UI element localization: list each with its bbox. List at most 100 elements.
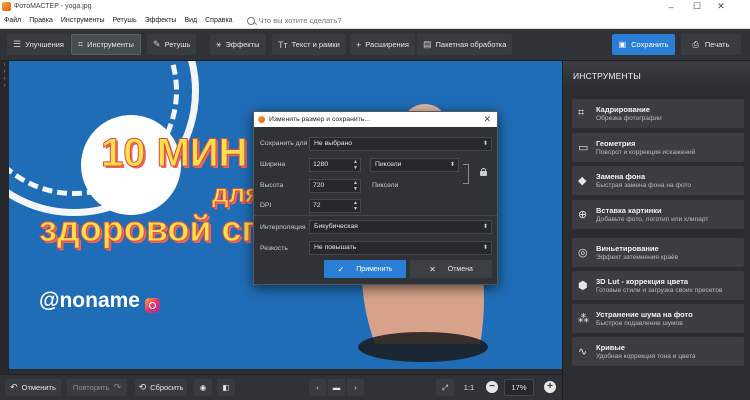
zoom-in-button[interactable]: +	[544, 381, 556, 393]
resize-save-dialog: Изменить размер и сохранить... ✕ Сохрани…	[253, 111, 498, 285]
zoom-out-button[interactable]: −	[486, 381, 498, 393]
expand-arrow-icon: ›	[3, 83, 6, 89]
save-for-select[interactable]: Не выбрано ⬍	[309, 137, 492, 151]
sharpness-select[interactable]: Не повышать ⬍	[309, 241, 492, 255]
apply-button[interactable]: ✓ Применить	[324, 260, 406, 278]
window-title: ФотоМАСТЕР - yoga.jpg	[14, 3, 92, 10]
reset-label: Сбросить	[150, 383, 184, 392]
undo-button[interactable]: ↶ Отменить	[5, 379, 61, 396]
chevron-updown-icon: ⬍	[449, 162, 455, 168]
tool-crop[interactable]: ⌗ Кадрирование Обрезка фотографии	[572, 99, 744, 128]
interpolation-value: Бикубическая	[314, 223, 358, 230]
main-toolbar: ☰ Улучшения ⌗ Инструменты ✎ Ретушь ⚹ Эфф…	[0, 29, 750, 61]
menu-tools[interactable]: Инструменты	[61, 17, 105, 24]
minimize-button[interactable]: –	[658, 0, 684, 13]
left-collapse-strip[interactable]: › › › ›	[0, 61, 9, 374]
menu-effects[interactable]: Эффекты	[145, 17, 177, 24]
print-label: Печать	[704, 40, 730, 49]
tool-title: Кривые	[596, 343, 625, 352]
redo-icon: ↷	[113, 382, 122, 392]
close-icon: ✕	[429, 264, 436, 274]
compare-icon: ◧	[222, 383, 230, 392]
sharpness-value: Не повышать	[314, 244, 357, 251]
actual-size-button[interactable]: 1:1	[459, 379, 479, 396]
menu-help[interactable]: Справка	[205, 17, 232, 24]
lock-icon[interactable]	[480, 168, 487, 176]
tool-3d-lut[interactable]: ⬢ 3D Lut - коррекция цвета Готовые стили…	[572, 271, 744, 300]
undo-label: Отменить	[21, 383, 56, 392]
spinner-icon[interactable]: ▲ ▼	[353, 200, 358, 212]
tab-label: Эффекты	[225, 40, 260, 49]
tool-curves[interactable]: ∿ Кривые Удобная коррекция тона и цвета	[572, 337, 744, 366]
app-logo-icon	[2, 2, 11, 11]
folder-icon: ▬	[332, 383, 341, 392]
height-input[interactable]: 720 ▲ ▼	[309, 179, 361, 193]
unit-select[interactable]: Пиксели ⬍	[370, 158, 459, 172]
tool-subtitle: Добавьте фото, логотип или клипарт	[596, 216, 709, 223]
tab-tools[interactable]: ⌗ Инструменты	[71, 34, 141, 55]
spinner-icon[interactable]: ▲ ▼	[353, 180, 358, 192]
search-input[interactable]	[258, 16, 379, 25]
tool-insert-image[interactable]: ⊕ Вставка картинки Добавьте фото, логоти…	[572, 200, 744, 229]
close-window-button[interactable]: ✕	[708, 0, 734, 13]
compare-button[interactable]: ◧	[217, 379, 235, 396]
cancel-button[interactable]: ✕ Отмена	[410, 260, 492, 278]
sharpness-label: Резкость	[260, 245, 288, 252]
interpolation-select[interactable]: Бикубическая ⬍	[309, 220, 492, 234]
open-folder-button[interactable]: ▬	[328, 379, 345, 396]
tab-effects[interactable]: ⚹ Эффекты	[210, 34, 266, 55]
save-button[interactable]: ▣ Сохранить	[612, 34, 675, 55]
prev-image-button[interactable]: ‹	[309, 379, 326, 396]
minus-icon: −	[489, 381, 495, 392]
photo-title-line3: здоровой сп	[38, 208, 264, 250]
preview-eye-button[interactable]: ◉	[194, 379, 212, 396]
geometry-icon: ▭	[578, 142, 589, 154]
chevron-left-icon: ‹	[316, 383, 319, 392]
width-input[interactable]: 1280 ▲ ▼	[309, 158, 361, 172]
text-icon: Tт	[278, 39, 288, 50]
tool-geometry[interactable]: ▭ Геометрия Поворот и коррекция искажени…	[572, 133, 744, 162]
tab-label: Расширения	[365, 40, 409, 49]
instagram-icon	[145, 298, 160, 313]
magic-wand-icon: ⚹	[216, 39, 222, 49]
photo-handle-text: @noname	[39, 289, 140, 312]
redo-button[interactable]: Повторить ↷	[67, 379, 127, 396]
dialog-close-button[interactable]: ✕	[483, 114, 491, 125]
menu-bar: Файл Правка Инструменты Ретушь Эффекты В…	[0, 13, 750, 29]
crop-icon: ⌗	[78, 39, 84, 49]
height-value: 720	[313, 182, 325, 189]
tool-subtitle: Эффект затемнения краёв	[596, 254, 679, 261]
tab-batch-processing[interactable]: ▤ Пакетная обработка	[417, 34, 513, 55]
menu-edit[interactable]: Правка	[29, 17, 53, 24]
menu-view[interactable]: Вид	[184, 17, 197, 24]
printer-icon: ⎙	[692, 39, 699, 49]
spinner-icon[interactable]: ▲ ▼	[353, 159, 358, 171]
menu-file[interactable]: Файл	[4, 17, 21, 24]
width-value: 1280	[313, 161, 329, 168]
tab-text-frames[interactable]: Tт Текст и рамки	[272, 34, 346, 55]
print-button[interactable]: ⎙ Печать	[681, 34, 741, 55]
tool-title: 3D Lut - коррекция цвета	[596, 277, 689, 286]
tab-extensions[interactable]: + Расширения	[350, 34, 415, 55]
fit-screen-button[interactable]: ⤢	[436, 379, 454, 396]
dpi-input[interactable]: 72 ▲ ▼	[309, 199, 361, 213]
tool-title: Геометрия	[596, 139, 636, 148]
tool-denoise[interactable]: ⁂ Устранение шума на фото Быстрое подавл…	[572, 304, 744, 333]
tab-enhancements[interactable]: ☰ Улучшения	[7, 34, 70, 55]
next-image-button[interactable]: ›	[347, 379, 364, 396]
tool-vignette[interactable]: ◎ Виньетирование Эффект затемнения краёв	[572, 238, 744, 267]
menu-retouch[interactable]: Ретушь	[113, 17, 137, 24]
reset-button[interactable]: ⟲ Сбросить	[135, 379, 187, 396]
floppy-icon: ▣	[618, 40, 627, 49]
zoom-level-field[interactable]: 17%	[504, 379, 534, 396]
tool-background-replace[interactable]: ◆ Замена фона Быстрая замена фона на фот…	[572, 166, 744, 195]
height-label: Высота	[260, 182, 284, 189]
chevron-updown-icon: ⬍	[482, 245, 488, 251]
cube-icon: ⬢	[578, 280, 588, 292]
apply-label: Применить	[356, 265, 393, 273]
plus-icon: +	[547, 381, 553, 392]
maximize-button[interactable]: ☐	[684, 0, 710, 13]
tab-retouch[interactable]: ✎ Ретушь	[147, 34, 197, 55]
dpi-value: 72	[313, 202, 321, 209]
bottom-bar: ↶ Отменить Повторить ↷ ⟲ Сбросить ◉ ◧ ‹ …	[0, 374, 562, 400]
